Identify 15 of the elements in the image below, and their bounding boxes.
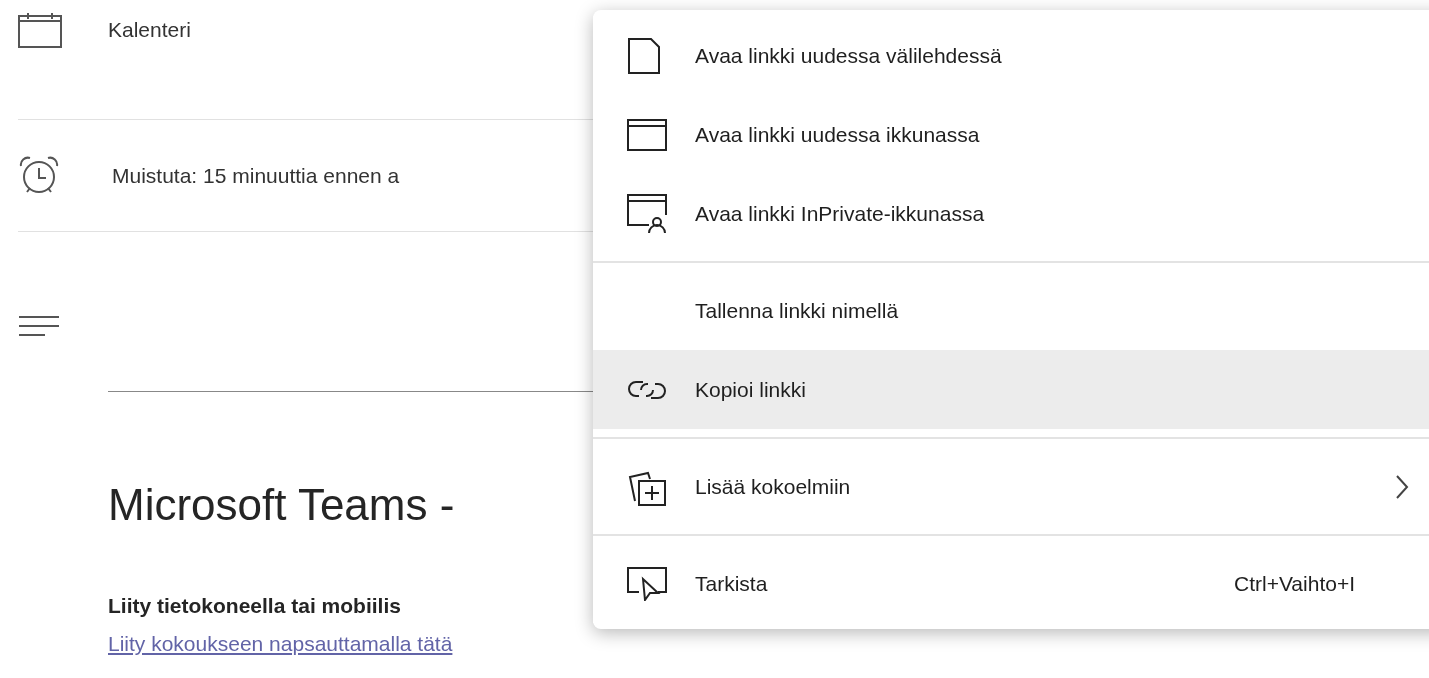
join-heading: Liity tietokoneella tai mobiilis — [108, 593, 401, 619]
description-icon — [18, 314, 60, 338]
calendar-label: Kalenteri — [108, 17, 191, 44]
inspect-icon — [627, 566, 667, 601]
private-window-icon — [627, 193, 667, 234]
join-link[interactable]: Liity kokoukseen napsauttamalla tätä — [108, 627, 453, 659]
chevron-right-icon — [1395, 473, 1409, 500]
meeting-title: Microsoft Teams - — [108, 479, 455, 531]
reminder-text: Muistuta: 15 minuuttia ennen a — [112, 162, 400, 189]
alarm-clock-icon — [18, 155, 60, 196]
window-icon — [627, 118, 667, 151]
page-icon — [627, 37, 661, 74]
menu-item[interactable]: Kopioi linkki — [593, 350, 1429, 429]
calendar-icon — [18, 12, 62, 48]
shortcut-text: Ctrl+Vaihto+I — [1234, 570, 1355, 597]
